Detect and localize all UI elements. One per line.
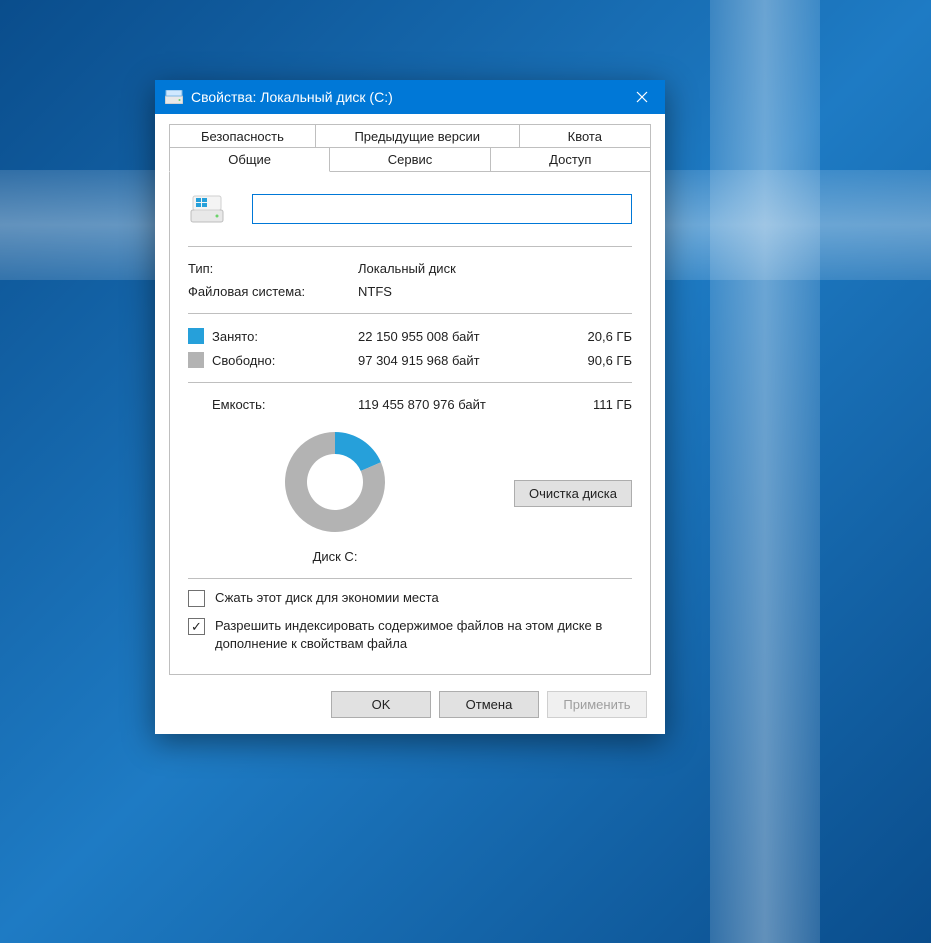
separator [188, 578, 632, 579]
tab-pane-general: Тип: Локальный диск Файловая система: NT… [169, 172, 651, 675]
free-swatch [188, 352, 204, 368]
fs-value: NTFS [358, 280, 632, 303]
compress-checkbox[interactable] [188, 590, 205, 607]
capacity-table: Емкость: 119 455 870 976 байт 111 ГБ [188, 393, 632, 416]
close-icon [636, 91, 648, 103]
capacity-label: Емкость: [188, 393, 358, 416]
type-value: Локальный диск [358, 257, 632, 280]
properties-dialog: Свойства: Локальный диск (C:) Безопаснос… [155, 80, 665, 734]
tab-security[interactable]: Безопасность [169, 124, 316, 148]
separator [188, 382, 632, 383]
separator [188, 246, 632, 247]
index-checkbox-label: Разрешить индексировать содержимое файло… [215, 617, 632, 652]
tab-tools[interactable]: Сервис [330, 147, 490, 172]
wallpaper-vertical-beam [710, 0, 820, 943]
drive-name-input[interactable] [252, 194, 632, 224]
capacity-gb: 111 ГБ [542, 393, 632, 416]
used-label: Занято: [212, 329, 258, 344]
compress-checkbox-label: Сжать этот диск для экономии места [215, 589, 439, 607]
used-swatch [188, 328, 204, 344]
drive-icon [165, 88, 183, 106]
cancel-button[interactable]: Отмена [439, 691, 539, 718]
separator [188, 313, 632, 314]
window-title: Свойства: Локальный диск (C:) [191, 89, 619, 105]
fs-label: Файловая система: [188, 280, 358, 303]
free-gb: 90,6 ГБ [542, 348, 632, 372]
disk-label: Диск C: [188, 549, 482, 564]
capacity-bytes: 119 455 870 976 байт [358, 393, 542, 416]
index-checkbox[interactable] [188, 618, 205, 635]
type-label: Тип: [188, 257, 358, 280]
usage-table: Занято: 22 150 955 008 байт 20,6 ГБ Своб… [188, 324, 632, 372]
tab-quota[interactable]: Квота [520, 124, 651, 148]
apply-button[interactable]: Применить [547, 691, 647, 718]
dialog-button-row: OK Отмена Применить [169, 691, 651, 718]
close-button[interactable] [619, 80, 665, 114]
used-gb: 20,6 ГБ [542, 324, 632, 348]
free-label: Свободно: [212, 353, 275, 368]
tab-general[interactable]: Общие [169, 147, 330, 172]
tab-sharing[interactable]: Доступ [491, 147, 651, 172]
tab-previous-versions[interactable]: Предыдущие версии [316, 124, 520, 148]
drive-large-icon [188, 194, 226, 226]
free-bytes: 97 304 915 968 байт [358, 348, 542, 372]
ok-button[interactable]: OK [331, 691, 431, 718]
tab-control: Безопасность Предыдущие версии Квота Общ… [169, 124, 651, 172]
used-bytes: 22 150 955 008 байт [358, 324, 542, 348]
usage-donut-chart [275, 422, 395, 542]
disk-cleanup-button[interactable]: Очистка диска [514, 480, 632, 507]
titlebar[interactable]: Свойства: Локальный диск (C:) [155, 80, 665, 114]
type-fs-table: Тип: Локальный диск Файловая система: NT… [188, 257, 632, 303]
client-area: Безопасность Предыдущие версии Квота Общ… [155, 114, 665, 734]
